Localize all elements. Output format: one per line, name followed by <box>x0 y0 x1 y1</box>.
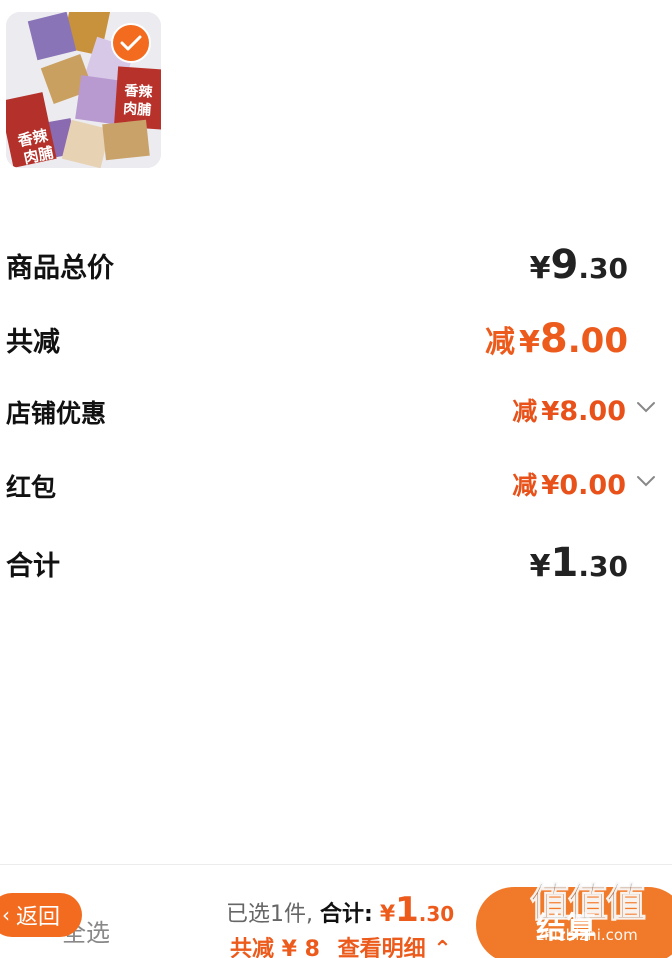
amount-integer: 8 <box>559 396 579 427</box>
goods-total-row: 商品总价 ¥9.30 <box>0 232 672 292</box>
currency-symbol: ¥ <box>541 397 560 427</box>
amount-integer: 1 <box>550 540 579 586</box>
amount-integer: 9 <box>550 242 579 288</box>
currency-symbol: ¥ <box>519 325 540 360</box>
amount-integer: 1 <box>395 890 419 930</box>
reduction-prefix: 减 <box>512 397 538 426</box>
total-reduction-label: 共减 <box>6 327 60 358</box>
shop-discount-row[interactable]: 店铺优惠 减 ¥8.00 <box>0 380 672 440</box>
total-amount: ¥1.30 <box>379 890 455 930</box>
chevron-left-icon: ‹ <box>2 903 10 927</box>
grand-total-label: 合计 <box>6 551 60 582</box>
view-details-link[interactable]: 共减 ¥ 8 查看明细 ⌃ <box>230 931 452 958</box>
amount-decimal: .30 <box>578 550 628 583</box>
view-details-label: 查看明细 <box>337 937 426 958</box>
amount-integer: 0 <box>559 470 579 501</box>
total-reduction-row: 共减 减 ¥8.00 <box>0 306 672 366</box>
amount-decimal: .00 <box>567 321 628 361</box>
svg-text:肉脯: 肉脯 <box>123 100 152 119</box>
watermark-text: zhizhizhi.com <box>536 926 638 944</box>
goods-total-label: 商品总价 <box>6 253 114 284</box>
chevron-down-icon[interactable] <box>636 474 656 488</box>
checkmark-icon <box>120 35 142 51</box>
amount-decimal: .30 <box>418 902 455 926</box>
selection-summary: 已选1件, 合计: ¥1.30 <box>226 890 454 930</box>
grand-total-row: 合计 ¥1.30 <box>0 530 672 590</box>
amount-integer: 8 <box>539 316 568 362</box>
amount-decimal: .00 <box>578 470 626 501</box>
total-reduction-value: 减 ¥8.00 <box>485 316 628 362</box>
shop-discount-value: 减 ¥8.00 <box>512 392 626 428</box>
red-packet-label: 红包 <box>6 473 57 502</box>
product-thumbnail[interactable]: 香辣 肉脯 香辣 肉脯 <box>6 12 161 168</box>
shop-discount-label: 店铺优惠 <box>6 399 107 428</box>
selected-count: 已选1件, <box>226 902 313 927</box>
red-packet-value: 减 ¥0.00 <box>512 466 626 502</box>
svg-text:香辣: 香辣 <box>123 82 154 101</box>
total-label: 合计: <box>320 902 373 927</box>
goods-total-value: ¥9.30 <box>530 242 628 288</box>
red-packet-row[interactable]: 红包 减 ¥0.00 <box>0 454 672 514</box>
reduction-prefix: 减 <box>485 325 516 360</box>
grand-total-value: ¥1.30 <box>530 540 628 586</box>
currency-symbol: ¥ <box>379 902 396 927</box>
reduction-summary: 共减 ¥ 8 <box>230 937 320 958</box>
reduction-prefix: 减 <box>512 471 538 500</box>
selected-check-badge[interactable] <box>111 23 151 63</box>
currency-symbol: ¥ <box>529 251 551 286</box>
watermark: 值值值 zhizhizhi.com <box>512 870 662 945</box>
currency-symbol: ¥ <box>529 549 551 584</box>
back-button-label: 返回 <box>16 905 61 930</box>
watermark-logo: 值值值 <box>530 880 647 927</box>
currency-symbol: ¥ <box>541 471 560 501</box>
amount-decimal: .30 <box>578 252 628 285</box>
back-button[interactable]: ‹ 返回 <box>0 893 82 937</box>
amount-decimal: .00 <box>578 396 626 427</box>
chevron-up-icon: ⌃ <box>433 937 452 958</box>
chevron-down-icon[interactable] <box>636 400 656 414</box>
